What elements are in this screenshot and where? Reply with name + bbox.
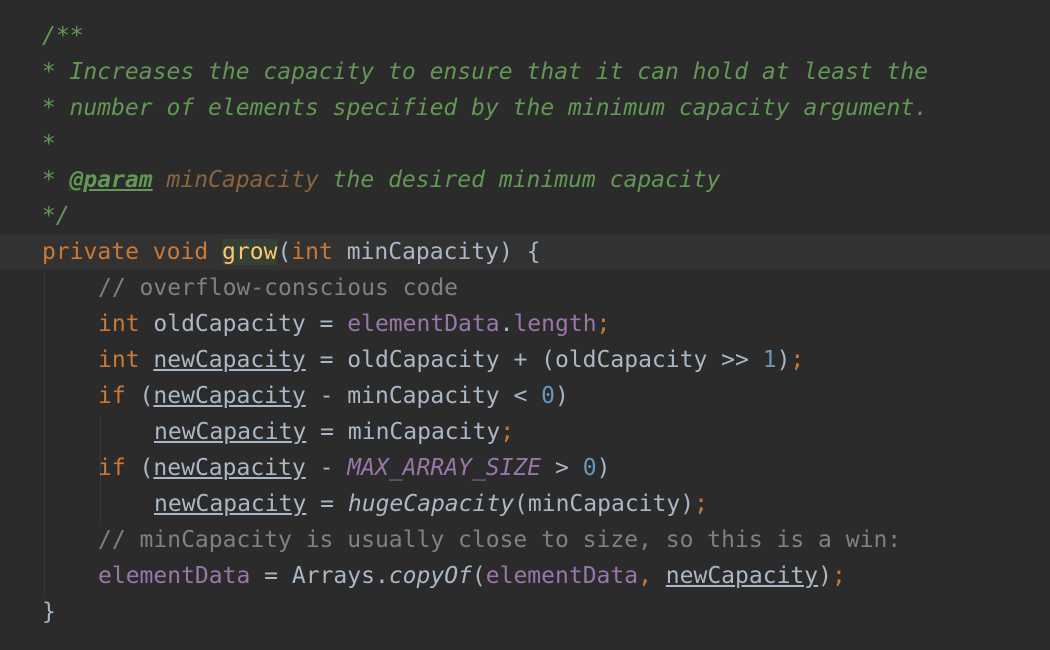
code-text: oldCapacity = xyxy=(139,311,348,337)
doc-text: * number of elements specified by the mi… xyxy=(28,95,929,121)
doc-param-line: * @param minCapacity the desired minimum… xyxy=(28,162,721,198)
code-line: newCapacity = hugeCapacity(minCapacity); xyxy=(154,486,708,522)
doc-comment-close: */ xyxy=(28,198,70,234)
semicolon: ; xyxy=(694,491,708,517)
code-line: newCapacity = minCapacity; xyxy=(154,414,514,450)
number-literal: 1 xyxy=(762,347,777,373)
doc-text: * Increases the capacity to ensure that … xyxy=(28,59,929,85)
semicolon: ; xyxy=(596,311,611,337)
doc-text: */ xyxy=(28,203,70,229)
code-line: elementData = Arrays.copyOf(elementData,… xyxy=(98,558,846,594)
code-line: if (newCapacity - minCapacity < 0) xyxy=(98,378,569,414)
variable-new-capacity[interactable]: newCapacity xyxy=(153,383,305,409)
field-element-data[interactable]: elementData xyxy=(347,311,499,337)
variable-new-capacity[interactable]: newCapacity xyxy=(154,419,306,445)
code-line: int oldCapacity = elementData.length; xyxy=(98,306,610,342)
comment-text: // minCapacity is usually close to size,… xyxy=(98,527,902,553)
paren: ( xyxy=(277,239,292,265)
code-text: > xyxy=(541,455,583,481)
code-line: if (newCapacity - MAX_ARRAY_SIZE > 0) xyxy=(98,450,610,486)
method-call-huge-capacity[interactable]: hugeCapacity xyxy=(348,491,514,517)
field-element-data[interactable]: elementData xyxy=(98,563,250,589)
variable-new-capacity[interactable]: newCapacity xyxy=(153,455,305,481)
paren: ( xyxy=(125,455,154,481)
semicolon: ; xyxy=(500,419,515,445)
doc-text: the desired minimum capacity xyxy=(318,167,721,193)
brace-close: } xyxy=(42,599,56,625)
keyword-int: int xyxy=(98,311,140,337)
paren: ) xyxy=(555,383,569,409)
variable-new-capacity[interactable]: newCapacity xyxy=(153,347,305,373)
code-comment: // overflow-conscious code xyxy=(98,270,458,306)
doc-comment-open: /** xyxy=(42,18,84,54)
variable-new-capacity[interactable]: newCapacity xyxy=(154,491,306,517)
code-editor[interactable]: /** * Increases the capacity to ensure t… xyxy=(0,0,1050,650)
keyword-if: if xyxy=(98,455,126,481)
keyword-int: int xyxy=(291,239,333,265)
method-name[interactable]: grow xyxy=(222,239,278,265)
paren: ( xyxy=(125,383,154,409)
code-line: int newCapacity = oldCapacity + (oldCapa… xyxy=(98,342,804,378)
keyword-int: int xyxy=(98,347,140,373)
variable-new-capacity[interactable]: newCapacity xyxy=(666,563,818,589)
number-literal: 0 xyxy=(541,383,555,409)
brace-open: ) { xyxy=(499,239,541,265)
field-length[interactable]: length xyxy=(513,311,596,337)
method-call-copy-of[interactable]: copyOf xyxy=(389,563,472,589)
comment-text: // overflow-conscious code xyxy=(98,275,459,301)
code-comment: // minCapacity is usually close to size,… xyxy=(98,522,901,558)
code-text: = minCapacity xyxy=(306,419,501,445)
code-text: (minCapacity) xyxy=(514,491,695,517)
code-text: = Arrays. xyxy=(250,563,389,589)
indent-guide xyxy=(44,272,45,594)
keyword-if: if xyxy=(98,383,126,409)
method-signature: private void grow(int minCapacity) { xyxy=(42,234,541,270)
code-text: - xyxy=(305,455,348,481)
keyword-void: void xyxy=(152,239,209,265)
keyword-private: private xyxy=(42,239,139,265)
doc-text: /** xyxy=(42,23,84,49)
doc-comment-line: * xyxy=(28,126,56,162)
paren: ( xyxy=(471,563,486,589)
doc-text: * xyxy=(28,167,70,193)
doc-param-name: minCapacity xyxy=(166,167,319,193)
doc-text: * xyxy=(28,131,56,157)
field-element-data[interactable]: elementData xyxy=(486,563,638,589)
semicolon: ; xyxy=(790,347,805,373)
code-text: - minCapacity < xyxy=(305,383,542,409)
param-name[interactable]: minCapacity xyxy=(333,239,499,265)
code-text: = xyxy=(306,491,348,517)
doc-param-tag: @param xyxy=(69,167,153,193)
comma: , xyxy=(638,563,666,589)
doc-comment-line: * Increases the capacity to ensure that … xyxy=(28,54,928,90)
paren: ) xyxy=(818,563,832,589)
paren: ) xyxy=(776,347,791,373)
code-text: = oldCapacity + (oldCapacity >> xyxy=(305,347,763,373)
semicolon: ; xyxy=(831,563,846,589)
doc-comment-line: * number of elements specified by the mi… xyxy=(28,90,928,126)
code-text: . xyxy=(499,311,514,337)
number-literal: 0 xyxy=(582,455,597,481)
paren: ) xyxy=(596,455,611,481)
constant-max-array-size[interactable]: MAX_ARRAY_SIZE xyxy=(347,455,541,481)
closing-brace: } xyxy=(42,594,56,630)
